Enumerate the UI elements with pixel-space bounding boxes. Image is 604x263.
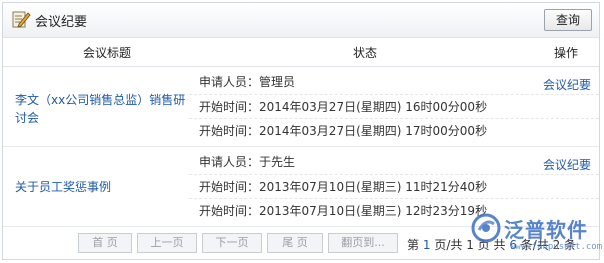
column-header-status[interactable]: 状态 [353,44,377,61]
applicant-value: 申请人员：于先生 [199,155,296,169]
panel-titlebar: 会议纪要 查询 [3,3,599,38]
end-time-text: 开始时间：2014年03月27日(星期四) 17时00分00秒 [189,118,599,143]
page-title: 会议纪要 [35,15,88,30]
start-time-text: 开始时间：2013年07月10日(星期三) 11时21分40秒 [189,174,599,199]
applicant-text: 申请人员：管理员 会议纪要 [189,70,599,94]
watermark: 泛普软件 www.fanpusoft.com [470,212,602,262]
fanpu-logo-icon [471,213,501,243]
first-page-button[interactable]: 首 页 [78,233,132,253]
next-page-button[interactable]: 下一页 [202,233,262,253]
watermark-text: 泛普软件 [504,218,588,242]
jump-page-button[interactable]: 翻页到... [328,233,398,253]
applicant-value: 申请人员：管理员 [199,75,296,89]
current-page-number: 1 [422,238,431,252]
watermark-url: www.fanpusoft.com [510,242,603,252]
last-page-button[interactable]: 尾 页 [267,233,323,253]
prev-page-button[interactable]: 上一页 [137,233,197,253]
table-header: 会议标题 状态 操作 [3,38,599,67]
start-time-text: 开始时间：2014年03月27日(星期四) 16时00分00秒 [189,94,599,119]
applicant-text: 申请人员：于先生 会议纪要 [189,150,599,174]
table-row: 李文（xx公司销售总监）销售研讨会 申请人员：管理员 会议纪要 开始时间：201… [3,67,599,147]
meeting-topic-link[interactable]: 关于员工奖惩事例 [15,178,193,196]
column-header-topic[interactable]: 会议标题 [83,44,131,61]
edit-note-icon [12,11,31,28]
column-header-action: 操作 [554,46,579,60]
meeting-topic-link[interactable]: 李文（xx公司销售总监）销售研讨会 [15,91,193,127]
query-button[interactable]: 查询 [544,9,592,31]
